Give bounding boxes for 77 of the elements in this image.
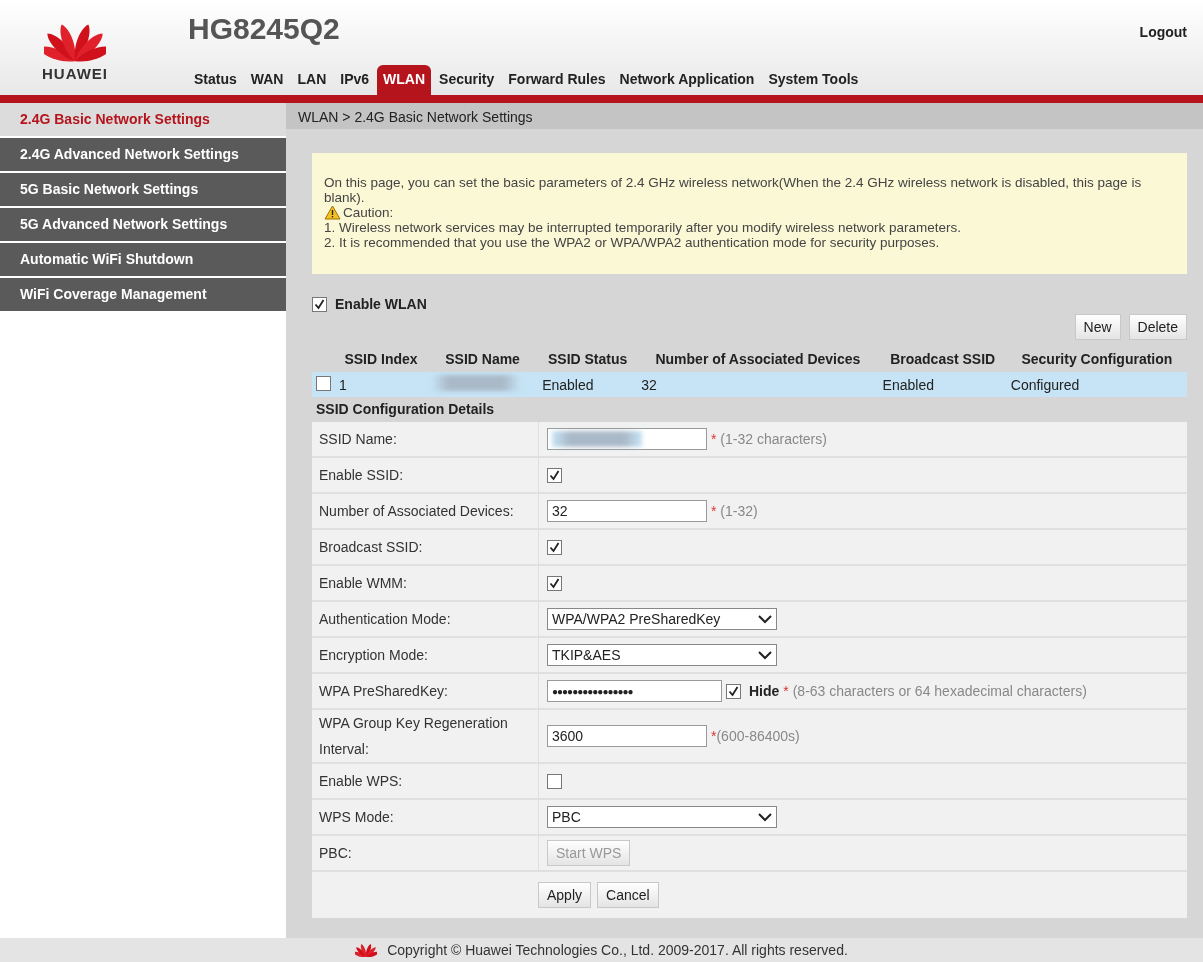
- field-label: Encryption Mode:: [312, 638, 539, 672]
- logout-link[interactable]: Logout: [1139, 24, 1187, 40]
- copyright-text: Copyright © Huawei Technologies Co., Ltd. 2009-2017. All rights reserved.: [387, 942, 848, 958]
- caret-icon: [758, 614, 772, 624]
- column-header: SSID Status: [538, 346, 638, 372]
- nav-tab[interactable]: LAN: [291, 65, 333, 95]
- sidebar-item[interactable]: Automatic WiFi Shutdown: [0, 243, 286, 276]
- model-title: HG8245Q2: [188, 12, 340, 46]
- sidebar-item[interactable]: 5G Advanced Network Settings: [0, 208, 286, 241]
- sidebar-item[interactable]: 2.4G Advanced Network Settings: [0, 138, 286, 171]
- action-button[interactable]: Cancel: [597, 882, 659, 908]
- field-hint: * (1-32 characters): [711, 431, 827, 447]
- text-field[interactable]: 3600: [547, 725, 707, 747]
- dropdown[interactable]: TKIP&AES: [547, 644, 777, 666]
- field-hint: *(600-86400s): [711, 728, 800, 744]
- sidebar-item[interactable]: WiFi Coverage Management: [0, 278, 286, 311]
- checkbox[interactable]: [547, 773, 562, 789]
- caret-icon: [758, 812, 772, 822]
- checkbox[interactable]: [547, 575, 562, 591]
- notice-item: 1. Wireless network services may be interrupted temporarily after you modify wireless network parameters.: [324, 220, 962, 235]
- table-cell: 1: [339, 376, 347, 393]
- dropdown[interactable]: WPA/WPA2 PreSharedKey: [547, 608, 777, 630]
- field-label: PBC:: [312, 836, 539, 870]
- text-field[interactable]: 32: [547, 500, 707, 522]
- field-label: Authentication Mode:: [312, 602, 539, 636]
- nav-tab[interactable]: System Tools: [762, 65, 865, 95]
- field-label: Enable WPS:: [312, 764, 539, 798]
- caret-icon: [758, 650, 772, 660]
- text-field[interactable]: [547, 428, 707, 450]
- notice-item: 2. It is recommended that you use the WPA2 or WPA/WPA2 authentication mode for security purposes.: [324, 235, 941, 250]
- table-cell: Enabled: [542, 376, 594, 393]
- field-label: WPS Mode:: [312, 800, 539, 834]
- column-header: Security Configuration: [1006, 346, 1187, 372]
- nav-tab[interactable]: IPv6: [334, 65, 376, 95]
- enable-wlan-label: Enable WLAN: [335, 296, 427, 312]
- hide-label: Hide: [749, 683, 780, 699]
- table-cell: Enabled: [882, 376, 934, 393]
- checkbox[interactable]: [547, 467, 562, 483]
- brand-name: HUAWEI: [42, 65, 108, 83]
- checkbox[interactable]: [547, 539, 562, 555]
- field-label: Enable SSID:: [312, 458, 539, 492]
- column-header: Broadcast SSID: [878, 346, 1007, 372]
- nav-tab[interactable]: WLAN: [377, 65, 432, 95]
- checkbox[interactable]: [312, 296, 327, 312]
- nav-tab[interactable]: Forward Rules: [502, 65, 612, 95]
- column-header: SSID Index: [335, 346, 427, 372]
- action-button[interactable]: Apply: [538, 882, 592, 908]
- column-header: Number of Associated Devices: [637, 346, 879, 372]
- notice-text: On this page, you can set the basic parameters of 2.4 GHz wireless network(When the 2.4 GHz wireless network is disabled, this page is blank).: [324, 175, 1143, 205]
- field-hint: * (1-32): [711, 503, 758, 519]
- field-hint: * (8-63 characters or 64 hexadecimal characters): [783, 683, 1087, 699]
- table-button[interactable]: Delete: [1128, 314, 1187, 340]
- table-cell: Configured: [1010, 376, 1080, 393]
- sidebar-item[interactable]: 2.4G Basic Network Settings: [0, 103, 286, 136]
- dropdown[interactable]: PBC: [547, 806, 777, 828]
- field-label: SSID Name:: [312, 422, 539, 456]
- nav-tab[interactable]: Security: [433, 65, 501, 95]
- breadcrumb: WLAN > 2.4G Basic Network Settings: [286, 103, 1203, 129]
- nav-tab[interactable]: WAN: [244, 65, 290, 95]
- row-checkbox[interactable]: [316, 375, 331, 391]
- nav-tab[interactable]: Status: [188, 65, 243, 95]
- sidebar-item[interactable]: 5G Basic Network Settings: [0, 173, 286, 206]
- field-label: Broadcast SSID:: [312, 530, 539, 564]
- table-button[interactable]: New: [1074, 314, 1121, 340]
- password-field[interactable]: ●●●●●●●●●●●●●●●●: [547, 680, 722, 702]
- warning-icon: [324, 205, 341, 220]
- field-label: Number of Associated Devices:: [312, 494, 539, 528]
- column-header: SSID Name: [427, 346, 539, 372]
- field-label: WPA Group Key Regeneration Interval:: [312, 710, 539, 762]
- nav-tab[interactable]: Network Application: [613, 65, 761, 95]
- hide-checkbox[interactable]: [726, 683, 741, 699]
- field-label: WPA PreSharedKey:: [312, 674, 539, 708]
- huawei-logo-icon: [355, 942, 378, 958]
- caution-label: Caution:: [343, 205, 394, 220]
- field-label: Enable WMM:: [312, 566, 539, 600]
- table-cell: 32: [641, 376, 657, 393]
- section-title: SSID Configuration Details: [316, 401, 496, 417]
